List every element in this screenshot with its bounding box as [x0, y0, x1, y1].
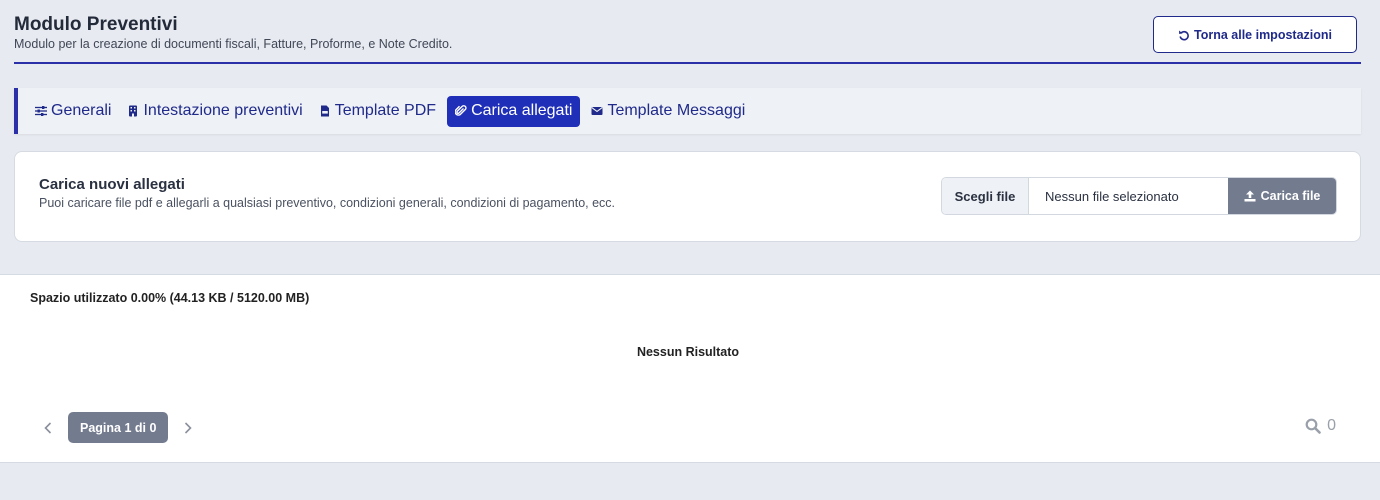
choose-file-button[interactable]: Scegli file — [942, 178, 1029, 214]
paperclip-icon — [455, 105, 467, 116]
file-input-group: Scegli file Nessun file selezionato Cari… — [941, 177, 1337, 215]
tab-label: Carica allegati — [471, 102, 573, 119]
storage-usage: Spazio utilizzato 0.00% (44.13 KB / 5120… — [30, 291, 310, 305]
result-count: 0 — [1305, 417, 1336, 435]
building-icon — [129, 105, 138, 117]
pagination: Pagina 1 di 0 — [40, 412, 196, 443]
undo-icon — [1179, 30, 1189, 40]
attachments-list-panel: Spazio utilizzato 0.00% (44.13 KB / 5120… — [0, 274, 1380, 463]
result-count-value: 0 — [1327, 417, 1336, 434]
chevron-right-icon — [185, 421, 193, 434]
previous-page-button[interactable] — [40, 413, 56, 443]
back-to-settings-button[interactable]: Torna alle impostazioni — [1153, 16, 1357, 53]
upload-file-label: Carica file — [1260, 189, 1321, 203]
settings-tabs: Generali Intestazione preventivi Templat… — [14, 88, 1361, 134]
upload-file-button[interactable]: Carica file — [1228, 178, 1336, 214]
empty-message: Nessun Risultato — [636, 345, 740, 359]
next-page-button[interactable] — [180, 413, 196, 443]
page-header: Modulo Preventivi Modulo per la creazion… — [14, 14, 1361, 64]
chevron-left-icon — [44, 421, 52, 434]
tab-intestazione[interactable]: Intestazione preventivi — [122, 96, 307, 127]
tab-generali[interactable]: Generali — [30, 96, 116, 127]
upload-description: Puoi caricare file pdf e allegarli a qua… — [39, 196, 616, 210]
tab-carica-allegati[interactable]: Carica allegati — [447, 95, 581, 127]
upload-icon — [1244, 190, 1256, 202]
back-to-settings-label: Torna alle impostazioni — [1194, 27, 1332, 42]
tab-label: Template PDF — [334, 102, 437, 119]
envelope-icon — [591, 107, 603, 115]
tab-label: Template Messaggi — [607, 102, 746, 119]
page-indicator: Pagina 1 di 0 — [68, 412, 169, 443]
selected-file-name[interactable]: Nessun file selezionato — [1029, 178, 1228, 214]
tab-template-messaggi[interactable]: Template Messaggi — [586, 96, 750, 127]
upload-title: Carica nuovi allegati — [39, 176, 185, 193]
search-icon[interactable] — [1305, 418, 1321, 434]
tab-label: Intestazione preventivi — [143, 102, 303, 119]
pdf-file-icon — [320, 105, 329, 117]
tab-label: Generali — [51, 102, 112, 119]
upload-card: Carica nuovi allegati Puoi caricare file… — [14, 151, 1361, 242]
sliders-icon — [35, 106, 47, 116]
tab-template-pdf[interactable]: Template PDF — [314, 96, 441, 127]
